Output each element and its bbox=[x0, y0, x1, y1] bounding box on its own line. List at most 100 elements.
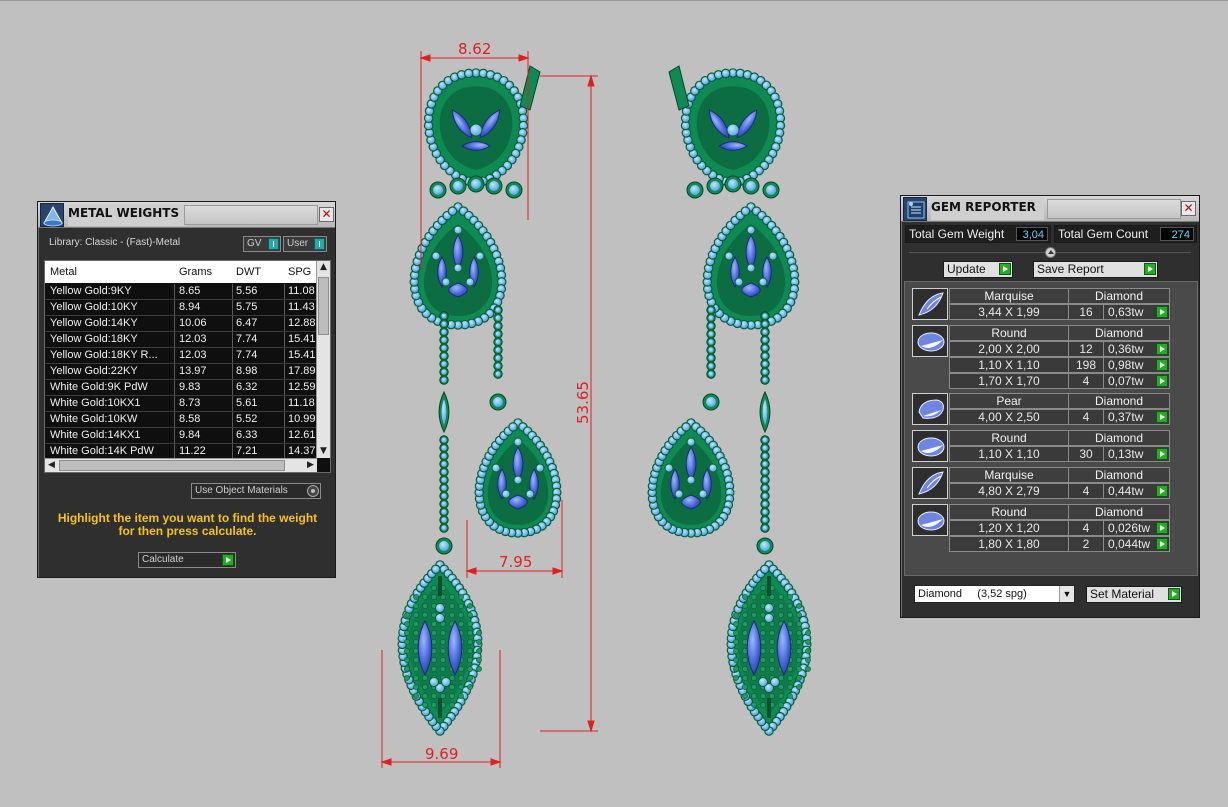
chevron-down-icon[interactable]: ▼ bbox=[1059, 586, 1074, 602]
dwt-cell: 7.74 bbox=[236, 349, 258, 361]
col-spg[interactable]: SPG bbox=[288, 261, 317, 283]
round-gem-icon[interactable] bbox=[912, 325, 948, 357]
gv-toggle[interactable]: GV bbox=[243, 236, 281, 252]
table-row[interactable]: White Gold:14KX1 9.84 6.33 12.61 bbox=[45, 428, 317, 444]
dwt-cell: 5.52 bbox=[236, 413, 258, 425]
scroll-left-icon[interactable]: ◀ bbox=[45, 459, 58, 472]
update-button[interactable]: Update bbox=[943, 261, 1013, 278]
gem-material: Diamond bbox=[1068, 288, 1170, 304]
gem-shape: Round bbox=[949, 325, 1069, 341]
col-dwt[interactable]: DWT bbox=[236, 261, 284, 283]
table-row[interactable]: White Gold:9K PdW 9.83 6.32 12.59 bbox=[45, 380, 317, 396]
gem-group[interactable]: Round Diamond 1,10 X 1,10 30 0,13tw bbox=[912, 430, 1170, 462]
gem-group[interactable]: Marquise Diamond 4,80 X 2,79 4 0,44tw bbox=[912, 467, 1170, 499]
play-arrow-icon[interactable] bbox=[1156, 522, 1168, 534]
gem-size: 4,00 X 2,50 bbox=[949, 409, 1069, 425]
play-arrow-icon[interactable] bbox=[1156, 448, 1168, 460]
gem-weight[interactable]: 0,07tw bbox=[1103, 373, 1170, 389]
marquise-gem-icon[interactable] bbox=[912, 288, 948, 320]
gem-weight[interactable]: 0,026tw bbox=[1103, 520, 1170, 536]
gem-weight[interactable]: 0,44tw bbox=[1103, 483, 1170, 499]
marquise-gem-icon[interactable] bbox=[912, 467, 948, 499]
total-gem-weight-value: 3,04 bbox=[1016, 227, 1048, 241]
table-row[interactable]: White Gold:10KW 8.58 5.52 10.99 bbox=[45, 412, 317, 428]
table-row[interactable]: White Gold:10KX1 8.73 5.61 11.18 bbox=[45, 396, 317, 412]
table-row[interactable]: Yellow Gold:18KY R... 12.03 7.74 15.41 bbox=[45, 348, 317, 364]
dwt-cell: 6.32 bbox=[236, 381, 258, 393]
gem-count-text: 4 bbox=[1082, 521, 1090, 535]
gem-size-text: 4,00 X 2,50 bbox=[978, 410, 1040, 424]
spg-cell: 17.89 bbox=[288, 365, 316, 377]
metal-table-vscroll[interactable]: ▲ ▼ bbox=[316, 261, 330, 458]
scroll-down-icon[interactable]: ▼ bbox=[317, 445, 330, 458]
table-row[interactable]: Yellow Gold:9KY 8.65 5.56 11.08 bbox=[45, 284, 317, 300]
gem-weight[interactable]: 0,13tw bbox=[1103, 446, 1170, 462]
gem-group[interactable]: Marquise Diamond 3,44 X 1,99 16 0,63tw bbox=[912, 288, 1170, 320]
round-gem-icon[interactable] bbox=[912, 430, 948, 462]
play-arrow-icon[interactable] bbox=[1156, 411, 1168, 423]
user-toggle-knob bbox=[314, 238, 325, 250]
gem-group[interactable]: Round Diamond 2,00 X 2,00 12 0,36tw 1,10 X 1,… bbox=[912, 325, 1170, 389]
gem-shape-text: Pear bbox=[996, 394, 1022, 408]
gem-size: 1,10 X 1,10 bbox=[949, 446, 1069, 462]
metal-table-header: Metal Grams DWT SPG bbox=[45, 261, 317, 283]
gem-shape: Pear bbox=[949, 393, 1069, 409]
play-arrow-icon[interactable] bbox=[1156, 375, 1168, 387]
gem-weight[interactable]: 0,044tw bbox=[1103, 536, 1170, 552]
table-row[interactable]: Yellow Gold:18KY 12.03 7.74 15.41 bbox=[45, 332, 317, 348]
gem-weight[interactable]: 0,98tw bbox=[1103, 357, 1170, 373]
set-material-label: Set Material bbox=[1090, 587, 1155, 601]
table-row[interactable]: Yellow Gold:22KY 13.97 8.98 17.89 bbox=[45, 364, 317, 380]
metal-table-hscroll[interactable]: ◀ ▶ bbox=[45, 458, 317, 472]
gem-reporter-title: GEM REPORTER bbox=[931, 198, 1044, 220]
gem-weight[interactable]: 0,63tw bbox=[1103, 304, 1170, 320]
play-arrow-icon bbox=[999, 263, 1011, 275]
play-arrow-icon[interactable] bbox=[1156, 343, 1168, 355]
gem-weight-text: 0,044tw bbox=[1108, 537, 1151, 551]
play-arrow-icon[interactable] bbox=[1156, 485, 1168, 497]
round-gem-icon[interactable] bbox=[912, 504, 948, 536]
gem-list[interactable]: Marquise Diamond 3,44 X 1,99 16 0,63tw Round D… bbox=[904, 281, 1198, 576]
gem-weight-text: 0,07tw bbox=[1108, 374, 1144, 388]
gem-weight[interactable]: 0,36tw bbox=[1103, 341, 1170, 357]
metal-weights-icon bbox=[40, 203, 64, 227]
col-grams[interactable]: Grams bbox=[179, 261, 231, 283]
gem-reporter-titlebar[interactable]: GEM REPORTER ✕ bbox=[901, 196, 1199, 222]
pear-gem-icon[interactable] bbox=[912, 393, 948, 425]
scroll-right-icon[interactable]: ▶ bbox=[304, 459, 317, 472]
table-row[interactable]: Yellow Gold:14KY 10.06 6.47 12.88 bbox=[45, 316, 317, 332]
metal-cell: Yellow Gold:14KY bbox=[50, 317, 138, 329]
gem-reporter-close-button[interactable]: ✕ bbox=[1181, 201, 1196, 216]
gem-group[interactable]: Pear Diamond 4,00 X 2,50 4 0,37tw bbox=[912, 393, 1170, 425]
metal-weights-titlebar[interactable]: METAL WEIGHTS ✕ bbox=[38, 202, 335, 228]
user-toggle[interactable]: User bbox=[283, 236, 327, 252]
gem-size-text: 1,10 X 1,10 bbox=[978, 358, 1040, 372]
collapse-handle-icon[interactable] bbox=[1045, 247, 1056, 258]
use-object-materials-toggle[interactable]: Use Object Materials bbox=[191, 483, 321, 499]
play-arrow-icon[interactable] bbox=[1156, 306, 1168, 318]
gem-reporter-icon bbox=[903, 197, 927, 221]
col-metal[interactable]: Metal bbox=[50, 261, 172, 283]
scroll-up-icon[interactable]: ▲ bbox=[317, 261, 330, 274]
hscroll-thumb[interactable] bbox=[59, 460, 285, 471]
metal-weights-close-button[interactable]: ✕ bbox=[319, 207, 334, 222]
play-arrow-icon[interactable] bbox=[1156, 538, 1168, 550]
save-report-button[interactable]: Save Report bbox=[1033, 261, 1158, 278]
set-material-button[interactable]: Set Material bbox=[1086, 586, 1182, 603]
gem-size-text: 3,44 X 1,99 bbox=[978, 305, 1040, 319]
use-object-materials-label: Use Object Materials bbox=[195, 485, 288, 496]
dim-bottom-width: 9.69 bbox=[425, 745, 458, 763]
gem-group[interactable]: Round Diamond 1,20 X 1,20 4 0,026tw 1,80 X 1,… bbox=[912, 504, 1170, 552]
gem-size: 4,80 X 2,79 bbox=[949, 483, 1069, 499]
gem-count-text: 12 bbox=[1079, 342, 1093, 356]
calculate-button[interactable]: Calculate bbox=[138, 552, 236, 568]
material-select[interactable]: Diamond (3,52 spg) ▼ bbox=[914, 585, 1075, 603]
play-arrow-icon[interactable] bbox=[1156, 359, 1168, 371]
table-row[interactable]: Yellow Gold:10KY 8.94 5.75 11.43 bbox=[45, 300, 317, 316]
grams-cell: 8.73 bbox=[179, 397, 201, 409]
gem-weight[interactable]: 0,37tw bbox=[1103, 409, 1170, 425]
play-arrow-icon bbox=[1144, 263, 1156, 275]
metal-table[interactable]: Metal Grams DWT SPG Yellow Gold:9KY 8.65 5… bbox=[44, 260, 331, 473]
gem-count-text: 30 bbox=[1079, 447, 1093, 461]
vscroll-thumb[interactable] bbox=[318, 277, 329, 335]
